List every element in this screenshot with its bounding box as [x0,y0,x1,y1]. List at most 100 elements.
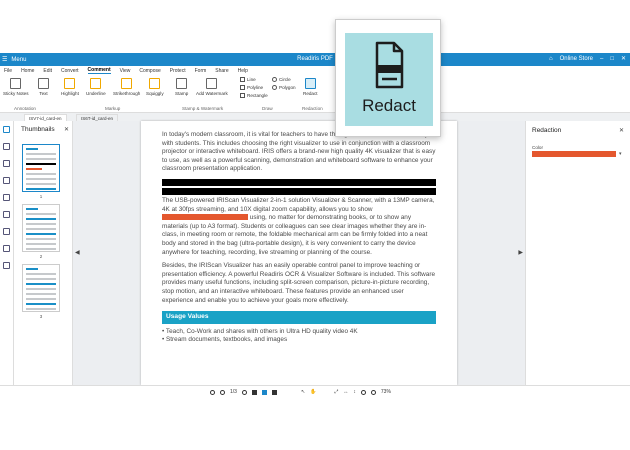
color-label: Color [532,145,543,150]
group-annotation: Annotation [14,106,36,111]
prev-page-icon[interactable] [220,389,225,395]
hand-icon[interactable]: ✋ [310,389,316,395]
attachment-icon[interactable] [3,160,10,167]
thumbnails-panel: Thumbnails ✕ 1 2 3 [14,121,73,385]
menu-view[interactable]: View [120,68,131,74]
bullet-item: • Stream documents, textbooks, and image… [162,336,288,344]
lock-icon[interactable] [3,245,10,252]
single-page-icon[interactable] [251,389,257,395]
highlight-icon [64,78,76,89]
draw-rectangle-button[interactable]: Rectangle [240,93,268,98]
menu-bar: File Home Edit Convert Comment View Comp… [0,66,630,75]
highlight-button[interactable]: Highlight [61,78,79,96]
menu-home[interactable]: Home [21,68,34,74]
color-swatch[interactable] [532,151,616,157]
layers-icon[interactable] [3,177,10,184]
tab-document-1[interactable]: ISV7-id_card-en [24,114,67,121]
close-icon[interactable]: ✕ [64,126,69,133]
paragraph: In today's modern classroom, it is vital… [162,131,436,173]
paragraph: Besides, the IRIScan Visualizer has an e… [162,262,436,304]
tab-document-2[interactable]: IS6T-id_card-en [76,114,119,121]
zoom-in-icon[interactable] [370,389,376,395]
fit-width-icon[interactable]: ↔ [343,389,348,395]
close-button[interactable]: ✕ [621,55,626,62]
document-page: In today's modern classroom, it is vital… [141,121,457,385]
redact-button[interactable]: Redact [303,78,318,96]
select-icon[interactable]: ↖ [301,389,305,395]
close-icon[interactable]: ✕ [619,127,624,134]
maximize-button[interactable]: □ [610,56,614,62]
draw-circle-button[interactable]: Circle [272,77,291,82]
redaction-mark[interactable] [162,178,436,186]
chevron-down-icon[interactable]: ▾ [619,151,622,157]
menu-comment[interactable]: Comment [87,67,111,74]
menu-convert[interactable]: Convert [61,68,79,74]
zoom-level[interactable]: 73% [381,389,391,395]
document-tabs: ISV7-id_card-en IS6T-id_card-en [0,113,630,121]
info-icon[interactable] [3,262,10,269]
section-heading: Usage Values [162,311,436,324]
minimize-button[interactable]: – [600,56,603,62]
page-number: 3 [39,314,43,319]
document-canvas: ◀ ▶ In today's modern classroom, it is v… [73,121,525,385]
bookmark-icon[interactable] [3,143,10,150]
sticky-note-icon [10,78,22,89]
redact-callout: Redact [335,19,441,137]
text-button[interactable]: Text [38,78,49,96]
menu-edit[interactable]: Edit [43,68,52,74]
menu-file[interactable]: File [4,68,12,74]
thumbnails-icon[interactable] [3,126,10,133]
redact-icon [304,78,316,89]
thumbnails-title: Thumbnails [21,126,55,133]
ribbon-toolbar: Sticky Notes Text Highlight Underline St… [0,75,630,113]
prev-page-icon[interactable]: ◀ [75,249,80,256]
menu-share[interactable]: Share [215,68,228,74]
thumbnail-page-2[interactable] [22,204,60,252]
line-icon [240,77,245,82]
comments-icon[interactable] [3,211,10,218]
group-stamp-watermark: Stamp & Watermark [182,106,224,111]
menu-help[interactable]: Help [238,68,248,74]
stamp-button[interactable]: Stamp [175,78,188,96]
app-title: Readiris PDF [297,56,333,62]
thumbnail-page-1[interactable] [22,144,60,192]
sticky-notes-button[interactable]: Sticky Notes [3,78,29,96]
underline-button[interactable]: Underline [86,78,106,96]
stamp-icon [176,78,188,89]
two-page-icon[interactable] [271,389,277,395]
add-watermark-button[interactable]: Add Watermark [196,78,228,96]
menu-form[interactable]: Form [195,68,207,74]
search-icon[interactable] [3,194,10,201]
redact-callout-button[interactable]: Redact [345,33,433,126]
next-page-icon[interactable] [241,389,247,395]
draw-polyline-button[interactable]: Polyline [240,85,263,90]
next-page-icon[interactable]: ▶ [518,249,523,256]
redact-callout-label: Redact [362,96,416,115]
page-indicator[interactable]: 1/3 [230,389,237,395]
menu-compose[interactable]: Compose [139,68,160,74]
paragraph: The USB-powered IRIScan Visualizer 2-in-… [162,196,435,256]
zoom-out-icon[interactable] [360,389,366,395]
watermark-icon [206,78,218,89]
left-sidebar [0,121,14,385]
settings-icon[interactable] [3,228,10,235]
squiggly-button[interactable]: Squiggly [146,78,164,96]
cart-icon[interactable]: ⌂ [549,56,553,62]
strikethrough-button[interactable]: Strikethrough [113,78,140,96]
draw-polygon-button[interactable]: Polygon [272,85,296,90]
online-store-link[interactable]: Online Store [560,56,593,62]
redaction-selection[interactable] [162,214,248,221]
circle-icon [272,77,277,82]
menu-protect[interactable]: Protect [170,68,186,74]
draw-line-button[interactable]: Line [240,77,256,82]
fit-page-icon[interactable]: ⤢ [334,389,338,395]
first-page-icon[interactable] [210,389,215,395]
fit-height-icon[interactable]: ↕ [353,389,356,395]
app-window: ☰ Menu Readiris PDF ⌂ Online Store – □ ✕… [0,53,630,398]
polyline-icon [240,85,245,90]
title-bar: ☰ Menu Readiris PDF ⌂ Online Store – □ ✕ [0,53,630,66]
polygon-icon [272,85,277,90]
thumbnail-page-3[interactable] [22,264,60,312]
continuous-page-icon[interactable] [261,389,267,395]
redaction-mark[interactable] [162,187,436,195]
